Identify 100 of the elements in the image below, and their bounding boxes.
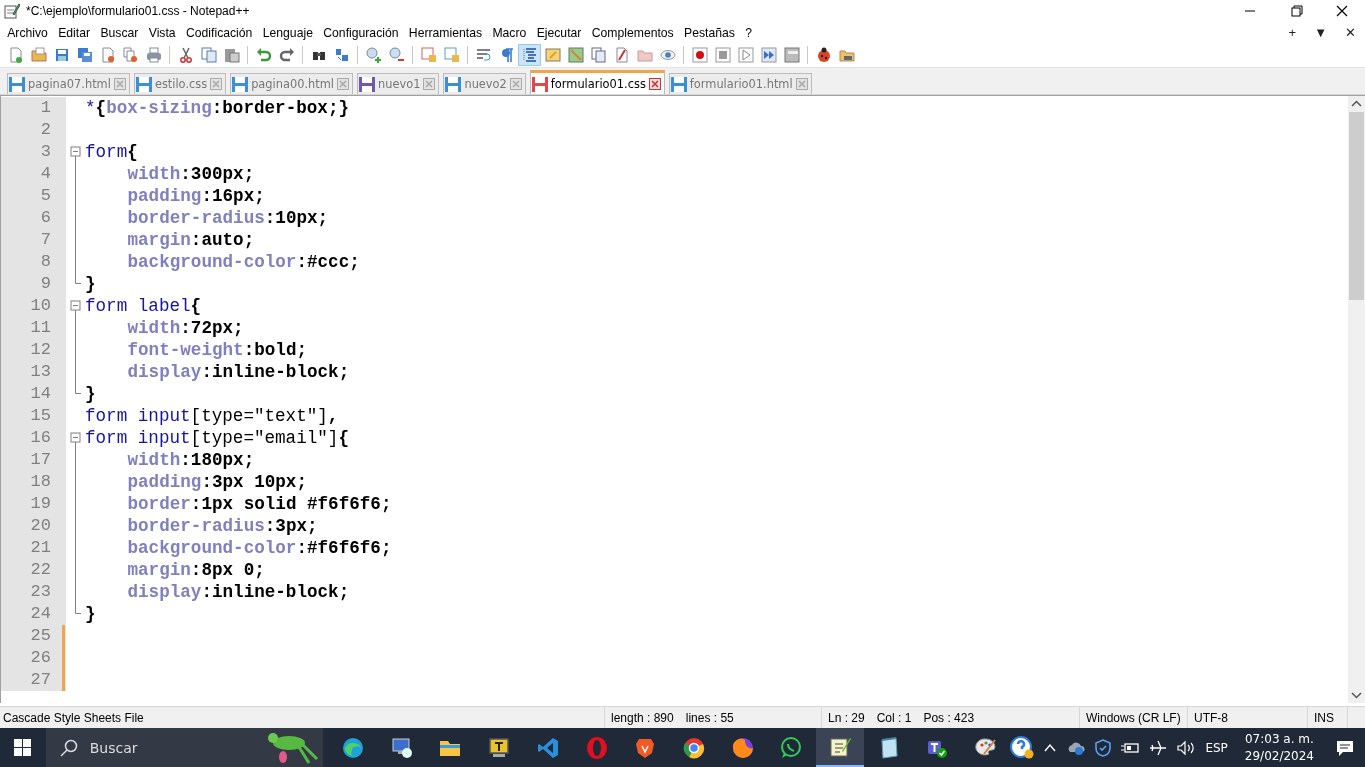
line-number: 14	[1, 383, 66, 405]
fast-forward-icon	[760, 47, 777, 63]
line-number: 15	[1, 405, 66, 427]
line-number: 19	[1, 493, 66, 515]
tab-control-button[interactable]: +	[1279, 25, 1306, 40]
code-line: margin:8px 0;	[126, 559, 265, 581]
chat-bubble-icon	[779, 735, 804, 760]
fox-globe-icon	[730, 735, 755, 760]
redo-icon	[278, 47, 295, 63]
code-line: border-radius:10px;	[126, 207, 329, 229]
tab-control-button[interactable]: ✕	[1336, 25, 1365, 40]
code-line: }	[85, 603, 96, 625]
status-text: Ln : 29	[828, 710, 865, 725]
code-line: width:300px;	[126, 163, 255, 185]
airplane-icon[interactable]	[1149, 738, 1168, 757]
line-number: 11	[1, 317, 66, 339]
code-line: form input[type="email"]{	[85, 427, 349, 449]
code-line: margin:auto;	[126, 229, 255, 251]
monitor-letter-icon	[487, 735, 512, 760]
menu-item[interactable]: Complementos	[586, 25, 679, 40]
status-text: lines : 55	[685, 710, 734, 725]
stop-icon	[714, 47, 731, 63]
folder-icon	[636, 47, 653, 63]
fold-end-line	[75, 273, 81, 284]
menu-item[interactable]: Codificación	[180, 25, 258, 40]
menu-item[interactable]: Vista	[143, 25, 181, 40]
sync-horizontal-icon	[443, 47, 460, 63]
line-number: 12	[1, 339, 66, 361]
file-tab[interactable]: pagina00.html	[230, 73, 353, 94]
fold-end-line	[75, 603, 81, 614]
close-all-icon	[122, 47, 139, 63]
search-icon	[59, 738, 78, 757]
file-tab[interactable]: nuevo2	[443, 73, 526, 94]
line-number: 5	[1, 185, 66, 207]
menu-item[interactable]: Macro	[487, 25, 532, 40]
windows-logo-icon	[14, 739, 32, 756]
clock-date[interactable]: 29/02/2024	[1244, 747, 1314, 765]
speaker-icon[interactable]	[1176, 739, 1197, 756]
line-number: 1	[1, 97, 66, 119]
language-indicator[interactable]: ESP	[1205, 740, 1228, 755]
line-number: 7	[1, 229, 66, 251]
menu-item[interactable]: Lenguaje	[257, 25, 319, 40]
status-text: Pos : 423	[923, 710, 975, 725]
code-line: background-color:#f6f6f6;	[126, 537, 392, 559]
scrollbar-thumb[interactable]	[1349, 112, 1364, 300]
line-number: 9	[1, 273, 66, 295]
document-list-icon	[590, 47, 607, 63]
line-number: 13	[1, 361, 66, 383]
code-line: border:1px solid #f6f6f6;	[126, 493, 392, 515]
file-tab[interactable]: estilo.css	[133, 73, 227, 94]
new-file-icon	[7, 47, 24, 63]
print-icon	[145, 47, 162, 63]
ring-logo-icon	[584, 735, 609, 760]
code-line: }	[85, 383, 96, 405]
file-tab[interactable]: formulario01.css	[529, 70, 665, 94]
line-number: 24	[1, 603, 66, 625]
code-line: display:inline-block;	[126, 581, 350, 603]
menu-item[interactable]: Editar	[53, 25, 96, 40]
close-file-icon	[99, 47, 116, 63]
line-number: 2	[1, 119, 66, 141]
help-icon[interactable]	[1010, 735, 1035, 760]
code-line: background-color:#ccc;	[126, 251, 360, 273]
menu-item[interactable]: Herramientas	[403, 25, 488, 40]
file-tab[interactable]: formulario01.html	[668, 73, 812, 94]
line-number: 26	[1, 647, 66, 669]
code-line: padding:3px 10px;	[126, 471, 307, 493]
menu-item[interactable]: Buscar	[95, 25, 144, 40]
code-line: }	[85, 273, 96, 295]
taskbar-app-button[interactable]	[815, 728, 865, 767]
plugin-folder-icon	[838, 47, 855, 63]
line-number: 22	[1, 559, 66, 581]
menu-item[interactable]: Ejecutar	[531, 25, 587, 40]
status-text: UTF-8	[1194, 710, 1228, 725]
code-line: width:72px;	[126, 317, 244, 339]
replace-icon	[333, 47, 350, 63]
function-list-icon	[613, 47, 630, 63]
menu-item[interactable]: ?	[740, 25, 758, 40]
tab-control-button[interactable]: ▼	[1305, 25, 1336, 40]
save-macro-icon	[783, 47, 800, 63]
status-text: INS	[1314, 710, 1334, 725]
file-tab[interactable]: pagina07.html	[7, 73, 130, 94]
search-field[interactable]: Buscar	[45, 728, 323, 767]
ladybug-icon	[815, 47, 832, 63]
line-number: 3	[1, 141, 66, 163]
file-tab[interactable]: nuevo1	[357, 73, 440, 94]
browser-ball-icon	[681, 735, 706, 760]
remote-desktop-icon	[389, 735, 414, 760]
shield-icon[interactable]	[1095, 738, 1112, 757]
scrollbar[interactable]	[1348, 96, 1365, 703]
menu-item[interactable]: Pestañas	[678, 25, 741, 40]
code-line: *{box-sizing:border-box;}	[85, 97, 349, 119]
menu-item[interactable]: Archivo	[2, 25, 53, 40]
clock-time[interactable]: 07:03 a. m.	[1244, 730, 1314, 748]
code-line: display:inline-block;	[126, 361, 350, 383]
undo-icon	[255, 47, 272, 63]
paste-icon	[223, 47, 240, 63]
menu-item[interactable]: Configuración	[318, 25, 404, 40]
line-number: 6	[1, 207, 66, 229]
status-text: Col : 1	[876, 710, 912, 725]
save-icon	[53, 47, 70, 63]
